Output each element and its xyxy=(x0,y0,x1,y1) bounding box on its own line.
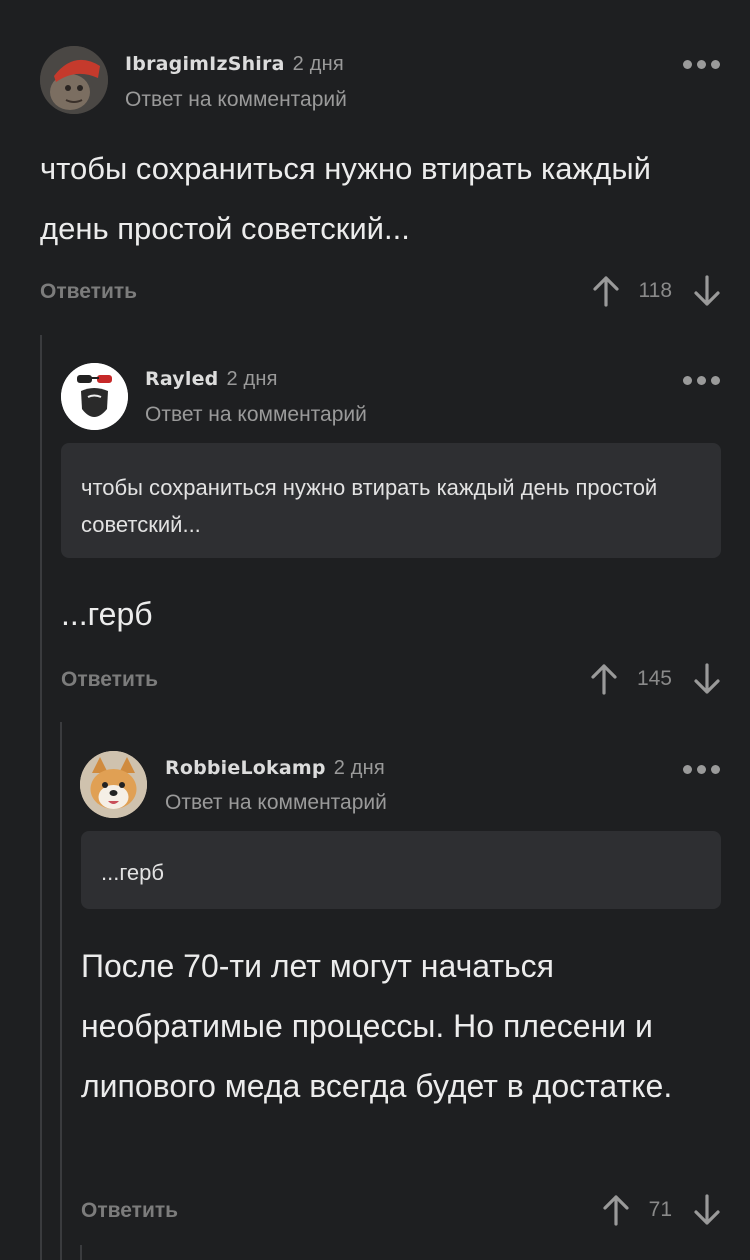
upvote-arrow-icon[interactable] xyxy=(599,1193,633,1227)
author-name[interactable]: RobbieLokamp 2 дня xyxy=(165,757,385,780)
comment-body: ...герб xyxy=(61,596,153,632)
comment-time: 2 дня xyxy=(292,53,344,75)
more-dots-icon[interactable] xyxy=(683,60,720,69)
avatar[interactable] xyxy=(61,363,128,430)
rating-count: 145 xyxy=(636,667,672,690)
reply-button[interactable]: Ответить xyxy=(40,280,137,304)
vote-controls: 145 xyxy=(587,662,724,696)
author-label[interactable]: Rayled xyxy=(145,368,218,390)
reply-context[interactable]: Ответ на комментарий xyxy=(145,403,367,427)
rating-count: 118 xyxy=(638,279,672,302)
comment-body: чтобы сохраниться нужно втирать каждый д… xyxy=(40,151,651,246)
reply-context[interactable]: Ответ на комментарий xyxy=(125,88,347,112)
reply-context[interactable]: Ответ на комментарий xyxy=(165,791,387,815)
reply-button[interactable]: Ответить xyxy=(81,1199,178,1223)
comment-body: После 70-ти лет могут начаться необратим… xyxy=(81,948,673,1104)
quoted-comment[interactable]: чтобы сохраниться нужно втирать каждый д… xyxy=(61,443,721,558)
more-dots-icon[interactable] xyxy=(683,765,720,774)
downvote-arrow-icon[interactable] xyxy=(690,274,724,308)
reply-button[interactable]: Ответить xyxy=(61,668,158,692)
comment-time: 2 дня xyxy=(333,757,385,779)
upvote-arrow-icon[interactable] xyxy=(587,662,621,696)
thread-line-3 xyxy=(80,1245,82,1260)
thread-line-1 xyxy=(40,335,42,1260)
author-label[interactable]: IbragimIzShira xyxy=(125,53,285,75)
upvote-arrow-icon[interactable] xyxy=(589,274,623,308)
quoted-comment[interactable]: ...герб xyxy=(81,831,721,909)
author-name[interactable]: IbragimIzShira 2 дня xyxy=(125,53,344,76)
avatar[interactable] xyxy=(80,751,147,818)
thread-line-2 xyxy=(60,722,62,1260)
downvote-arrow-icon[interactable] xyxy=(690,1193,724,1227)
more-dots-icon[interactable] xyxy=(683,376,720,385)
avatar[interactable] xyxy=(40,46,108,114)
vote-controls: 118 xyxy=(589,274,724,308)
author-label[interactable]: RobbieLokamp xyxy=(165,757,326,779)
rating-count: 71 xyxy=(648,1198,672,1221)
vote-controls: 71 xyxy=(599,1193,724,1227)
author-name[interactable]: Rayled 2 дня xyxy=(145,368,278,391)
comment-time: 2 дня xyxy=(226,368,278,390)
downvote-arrow-icon[interactable] xyxy=(690,662,724,696)
